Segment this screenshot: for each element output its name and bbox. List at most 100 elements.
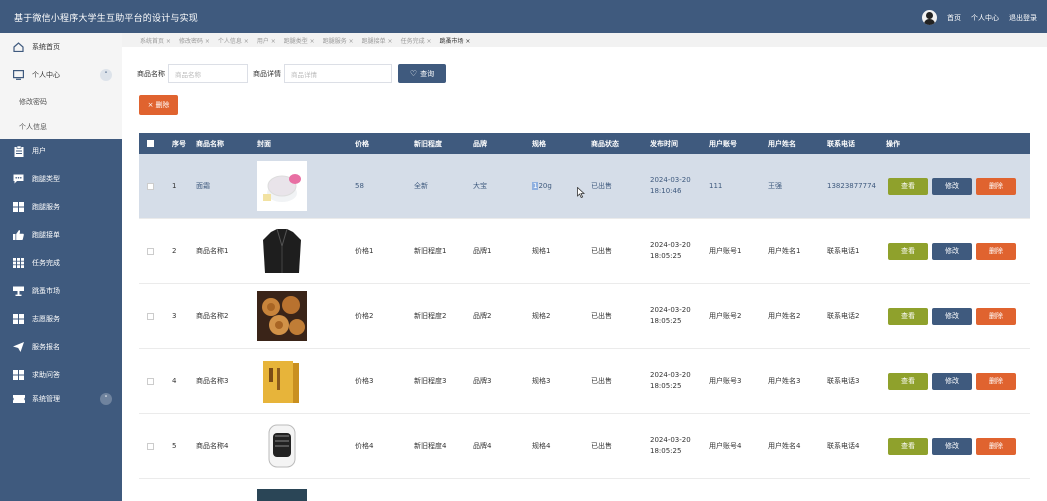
sidebar-item-personal[interactable]: 个人中心 ˄	[0, 61, 122, 89]
cell-account: 111	[709, 182, 723, 190]
cell-name: 商品名称1	[196, 247, 229, 255]
sidebar-item-home[interactable]: 系统首页	[0, 33, 122, 61]
clipboard-icon	[12, 145, 25, 157]
ticket-icon	[12, 394, 25, 405]
cell-brand: 品牌2	[473, 312, 492, 320]
row-actions: 查看 修改 删除	[888, 414, 1016, 478]
header-status: 商品状态	[591, 139, 619, 148]
tab-flea-market[interactable]: 跳蚤市场 ×	[440, 36, 471, 45]
sidebar-item-service-signup[interactable]: 服务报名	[0, 333, 122, 361]
batch-delete-button[interactable]: × 删除	[139, 95, 178, 115]
delete-button[interactable]: 删除	[976, 242, 1016, 260]
table-row[interactable]: 5 商品名称4 价格4 新旧程度4 品牌4 规格4 已出售 2024-03-20…	[139, 414, 1030, 479]
cell-username: 用户姓名2	[768, 312, 801, 320]
row-actions: 查看 修改 删除	[888, 219, 1016, 283]
query-button-label: 查询	[420, 69, 435, 78]
product-image-heater	[257, 421, 307, 471]
profile-link[interactable]: 个人中心	[971, 13, 999, 23]
select-all-checkbox[interactable]	[147, 133, 154, 154]
cell-cover	[257, 349, 307, 413]
cell-condition: 新旧程度1	[414, 247, 447, 255]
cell-brand: 大宝	[473, 182, 487, 190]
view-button[interactable]: 查看	[888, 307, 928, 325]
tag-tabs: 系统首页 × 修改密码 × 个人信息 × 用户 × 跑腿类型 × 跑腿服务 × …	[122, 33, 1047, 47]
logout-link[interactable]: 退出登录	[1009, 13, 1037, 23]
cell-spec: 规格3	[532, 377, 551, 385]
row-checkbox[interactable]	[147, 414, 154, 478]
home-link[interactable]: 首页	[947, 13, 961, 23]
table-row[interactable]: 2 商品名称1 价格1 新旧程度1 品牌1 规格1 已出售 2024-03-20…	[139, 219, 1030, 284]
cell-username: 用户姓名1	[768, 247, 801, 255]
name-input[interactable]: 商品名称	[168, 64, 248, 83]
cell-username: 王强	[768, 182, 782, 190]
row-checkbox[interactable]	[147, 284, 154, 348]
sidebar-item-task-complete[interactable]: 任务完成	[0, 249, 122, 277]
table-row[interactable]: 4 商品名称3 价格3 新旧程度3 品牌3 规格3 已出售 2024-03-20…	[139, 349, 1030, 414]
row-checkbox[interactable]	[147, 219, 154, 283]
delete-button[interactable]: 删除	[976, 372, 1016, 390]
cell-time: 2024-03-20 18:10:46	[650, 176, 691, 195]
delete-button[interactable]: 删除	[976, 307, 1016, 325]
tab-errand-type[interactable]: 跑腿类型 ×	[284, 36, 315, 45]
cell-time-wrap: 2024-03-20 18:05:25	[650, 349, 706, 413]
sidebar-subitem-personal-info[interactable]: 个人信息	[0, 114, 122, 139]
tab-task-complete[interactable]: 任务完成 ×	[401, 36, 432, 45]
tab-errand-service[interactable]: 跑腿服务 ×	[323, 36, 354, 45]
cell-spec: 规格4	[532, 442, 551, 450]
sidebar-item-errand-service[interactable]: 跑腿服务	[0, 193, 122, 221]
sidebar: 系统首页 个人中心 ˄ 修改密码 个人信息 用户 跑腿类型 跑腿服务 跑腿接单	[0, 33, 122, 501]
cell-price: 价格2	[355, 312, 374, 320]
row-checkbox[interactable]	[147, 349, 154, 413]
edit-button[interactable]: 修改	[932, 177, 972, 195]
sidebar-item-label: 服务报名	[32, 343, 60, 351]
top-bar: 基于微信小程序大学生互助平台的设计与实现 首页 个人中心 退出登录	[0, 0, 1047, 33]
sidebar-item-label: 跑腿服务	[32, 203, 60, 211]
view-button[interactable]: 查看	[888, 437, 928, 455]
view-button[interactable]: 查看	[888, 177, 928, 195]
tab-home[interactable]: 系统首页 ×	[140, 36, 171, 45]
chevron-up-icon: ˄	[100, 69, 112, 81]
row-checkbox[interactable]	[147, 154, 154, 218]
thumbs-up-icon	[12, 230, 25, 241]
cell-name: 商品名称3	[196, 377, 229, 385]
cell-index: 5	[172, 442, 177, 450]
cell-spec-rest: 20g	[538, 182, 552, 190]
tab-change-password[interactable]: 修改密码 ×	[179, 36, 210, 45]
table-row[interactable]: 3 商品名称2 价格2 新旧程度2 品牌2 规格2 已出售 2024-03-20…	[139, 284, 1030, 349]
search-icon: ♡	[409, 69, 418, 78]
close-icon: ×	[147, 101, 154, 109]
header-phone: 联系电话	[827, 139, 855, 148]
tab-users[interactable]: 用户 ×	[257, 36, 276, 45]
cell-status: 已出售	[591, 182, 612, 190]
tab-errand-order[interactable]: 跑腿接单 ×	[362, 36, 393, 45]
delete-button[interactable]: 删除	[976, 177, 1016, 195]
sidebar-item-volunteer[interactable]: 志愿服务	[0, 305, 122, 333]
cell-name: 面霜	[196, 182, 210, 190]
cell-time: 2024-03-20 18:05:25	[650, 371, 691, 390]
avatar[interactable]	[922, 10, 937, 25]
tab-personal-info[interactable]: 个人信息 ×	[218, 36, 249, 45]
query-button[interactable]: ♡ 查询	[398, 64, 446, 83]
cell-spec: 规格2	[532, 312, 551, 320]
edit-button[interactable]: 修改	[932, 437, 972, 455]
cell-condition: 新旧程度4	[414, 442, 447, 450]
sidebar-item-label: 志愿服务	[32, 315, 60, 323]
edit-button[interactable]: 修改	[932, 242, 972, 260]
edit-button[interactable]: 修改	[932, 307, 972, 325]
view-button[interactable]: 查看	[888, 372, 928, 390]
sidebar-item-errand-order[interactable]: 跑腿接单	[0, 221, 122, 249]
view-button[interactable]: 查看	[888, 242, 928, 260]
cell-index: 1	[172, 182, 177, 190]
sidebar-item-flea-market[interactable]: 跳蚤市场	[0, 277, 122, 305]
edit-button[interactable]: 修改	[932, 372, 972, 390]
sidebar-item-users[interactable]: 用户	[0, 137, 122, 165]
sidebar-subitem-change-password[interactable]: 修改密码	[0, 89, 122, 114]
sidebar-item-system-management[interactable]: 系统管理 ˅	[0, 385, 122, 413]
product-table: 序号 商品名称 封面 价格 新旧程度 品牌 规格 商品状态 发布时间 用户账号 …	[139, 133, 1030, 501]
delete-button[interactable]: 删除	[976, 437, 1016, 455]
sidebar-item-errand-type[interactable]: 跑腿类型	[0, 165, 122, 193]
app-title: 基于微信小程序大学生互助平台的设计与实现	[14, 14, 199, 24]
detail-input[interactable]: 商品详情	[284, 64, 392, 83]
header-name: 商品名称	[196, 139, 224, 148]
top-right-links: 首页 个人中心 退出登录	[922, 10, 1037, 25]
